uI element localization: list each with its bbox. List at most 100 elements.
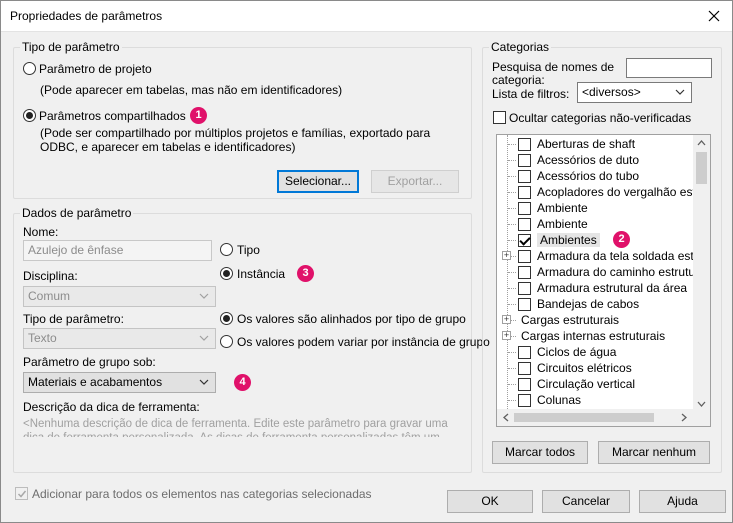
category-checkbox[interactable]	[518, 378, 531, 391]
category-tree-item[interactable]: Acessórios de duto	[497, 152, 697, 168]
tree-connector	[508, 400, 516, 401]
category-tree-item[interactable]: + Cargas estruturais	[497, 312, 697, 328]
category-checkbox[interactable]	[518, 394, 531, 407]
tree-connector	[508, 304, 516, 305]
category-tree-item[interactable]: + Armadura da tela soldada estrutural	[497, 248, 710, 264]
expand-plus-icon[interactable]: +	[502, 331, 511, 340]
cancel-button[interactable]: Cancelar	[542, 490, 630, 513]
shared-param-label[interactable]: Parâmetros compartilhados	[39, 109, 186, 123]
project-param-label[interactable]: Parâmetro de projeto	[39, 62, 152, 76]
category-label: Ambiente	[537, 201, 588, 215]
export-button[interactable]: Exportar...	[371, 170, 459, 193]
category-label: Armadura estrutural da área	[537, 281, 688, 295]
check-none-button[interactable]: Marcar nenhum	[598, 441, 710, 464]
category-label: Circuitos elétricos	[537, 361, 632, 375]
shared-param-description-2: ODBC, e aparecer em tabelas e identifica…	[40, 140, 296, 154]
category-checkbox[interactable]	[518, 154, 531, 167]
hide-unchecked-label[interactable]: Ocultar categorias não-verificadas	[509, 111, 691, 125]
category-tree-item[interactable]: Ambiente	[497, 216, 697, 232]
type-radio-label[interactable]: Tipo	[237, 243, 260, 257]
category-checkbox[interactable]	[518, 138, 531, 151]
close-button[interactable]	[696, 1, 732, 31]
vary-values-label[interactable]: Os valores podem variar por instância de…	[237, 335, 490, 349]
scroll-left-icon	[503, 413, 509, 422]
group-under-label: Parâmetro de grupo sob:	[23, 355, 156, 369]
project-param-description: (Pode aparecer em tabelas, mas não em id…	[40, 83, 343, 97]
category-checkbox[interactable]	[518, 362, 531, 375]
category-tree-item[interactable]: Bandejas de cabos	[497, 296, 697, 312]
discipline-dropdown[interactable]: Comum	[23, 286, 216, 307]
vertical-scrollbar[interactable]	[693, 135, 710, 411]
category-checkbox[interactable]	[518, 346, 531, 359]
category-checkbox[interactable]	[518, 234, 531, 247]
vertical-scroll-thumb[interactable]	[696, 152, 707, 184]
check-all-button[interactable]: Marcar todos	[492, 441, 588, 464]
type-radio[interactable]	[220, 243, 233, 256]
category-checkbox[interactable]	[518, 170, 531, 183]
category-tree-item[interactable]: Acopladores do vergalhão estrut.	[497, 184, 710, 200]
category-tree-item[interactable]: Armadura do caminho estrutural	[497, 264, 708, 280]
select-button[interactable]: Selecionar...	[277, 170, 359, 193]
category-tree-item[interactable]: Circulação vertical	[497, 376, 697, 392]
category-tree-item[interactable]: Circuitos elétricos	[497, 360, 697, 376]
instance-radio[interactable]	[220, 267, 233, 280]
category-tree-item[interactable]: Colunas	[497, 392, 697, 408]
category-checkbox[interactable]	[518, 202, 531, 215]
category-tree-item[interactable]: Aberturas de shaft	[497, 136, 697, 152]
category-tree-item[interactable]: + Cargas internas estruturais	[497, 328, 697, 344]
category-checkbox[interactable]	[518, 218, 531, 231]
name-field[interactable]: Azulejo de ênfase	[23, 240, 212, 261]
vary-values-radio[interactable]	[220, 335, 233, 348]
aligned-values-label[interactable]: Os valores são alinhados por tipo de gru…	[237, 312, 466, 326]
param-type-value: Texto	[28, 331, 57, 345]
category-tree-item[interactable]: Acessórios do tubo	[497, 168, 697, 184]
category-search-label-2: categoria:	[492, 73, 545, 87]
chevron-down-icon	[675, 89, 685, 95]
category-label: Ambiente	[537, 217, 588, 231]
window-title: Propriedades de parâmetros	[10, 9, 163, 23]
shared-param-radio[interactable]	[23, 109, 36, 122]
param-type-label: Tipo de parâmetro:	[23, 312, 124, 326]
filter-list-dropdown[interactable]: <diversos>	[577, 82, 692, 103]
add-all-label: Adicionar para todos os elementos nas ca…	[32, 487, 372, 501]
tree-connector	[508, 176, 516, 177]
category-label: Armadura da tela soldada estrutural	[537, 249, 711, 263]
hide-unchecked-checkbox[interactable]	[493, 111, 506, 124]
tree-connector	[508, 224, 516, 225]
project-param-radio[interactable]	[23, 62, 36, 75]
checkmark-icon	[17, 490, 27, 498]
shared-param-description-1: (Pode ser compartilhado por múltiplos pr…	[40, 126, 431, 140]
category-checkbox[interactable]	[518, 266, 531, 279]
discipline-label: Disciplina:	[23, 269, 78, 283]
expand-plus-icon[interactable]: +	[502, 315, 511, 324]
category-checkbox[interactable]	[518, 298, 531, 311]
category-checkbox[interactable]	[518, 186, 531, 199]
category-tree-item[interactable]: Armadura estrutural da área	[497, 280, 697, 296]
horizontal-scroll-thumb[interactable]	[514, 413, 654, 422]
category-checkbox[interactable]	[518, 282, 531, 295]
group-under-dropdown[interactable]: Materiais e acabamentos	[23, 372, 216, 393]
category-label: Acessórios de duto	[537, 153, 640, 167]
category-label: Ambientes	[537, 233, 600, 247]
tooltip-description-text[interactable]: <Nenhuma descrição de dica de ferramenta…	[23, 417, 463, 437]
category-label: Bandejas de cabos	[537, 297, 640, 311]
category-tree[interactable]: Aberturas de shaft Acessórios de duto Aces…	[496, 134, 711, 427]
category-tree-item[interactable]: Ambiente	[497, 200, 697, 216]
aligned-values-radio[interactable]	[220, 312, 233, 325]
ok-button[interactable]: OK	[447, 490, 533, 513]
param-type-dropdown[interactable]: Texto	[23, 328, 216, 349]
chevron-down-icon	[199, 293, 209, 299]
callout-badge-3: 3	[297, 265, 314, 282]
add-all-checkbox[interactable]	[15, 487, 28, 500]
category-checkbox[interactable]	[518, 250, 531, 263]
horizontal-scrollbar[interactable]	[497, 409, 693, 426]
category-search-input[interactable]	[626, 58, 712, 78]
help-button[interactable]: Ajuda	[639, 490, 726, 513]
category-label: Cargas internas estruturais	[521, 329, 666, 343]
group-under-value: Materiais e acabamentos	[28, 375, 163, 389]
tree-connector	[508, 288, 516, 289]
category-tree-item[interactable]: Ciclos de água	[497, 344, 697, 360]
instance-radio-label[interactable]: Instância	[237, 267, 285, 281]
category-tree-item[interactable]: Ambientes	[497, 232, 697, 248]
expand-plus-icon[interactable]: +	[502, 251, 511, 260]
